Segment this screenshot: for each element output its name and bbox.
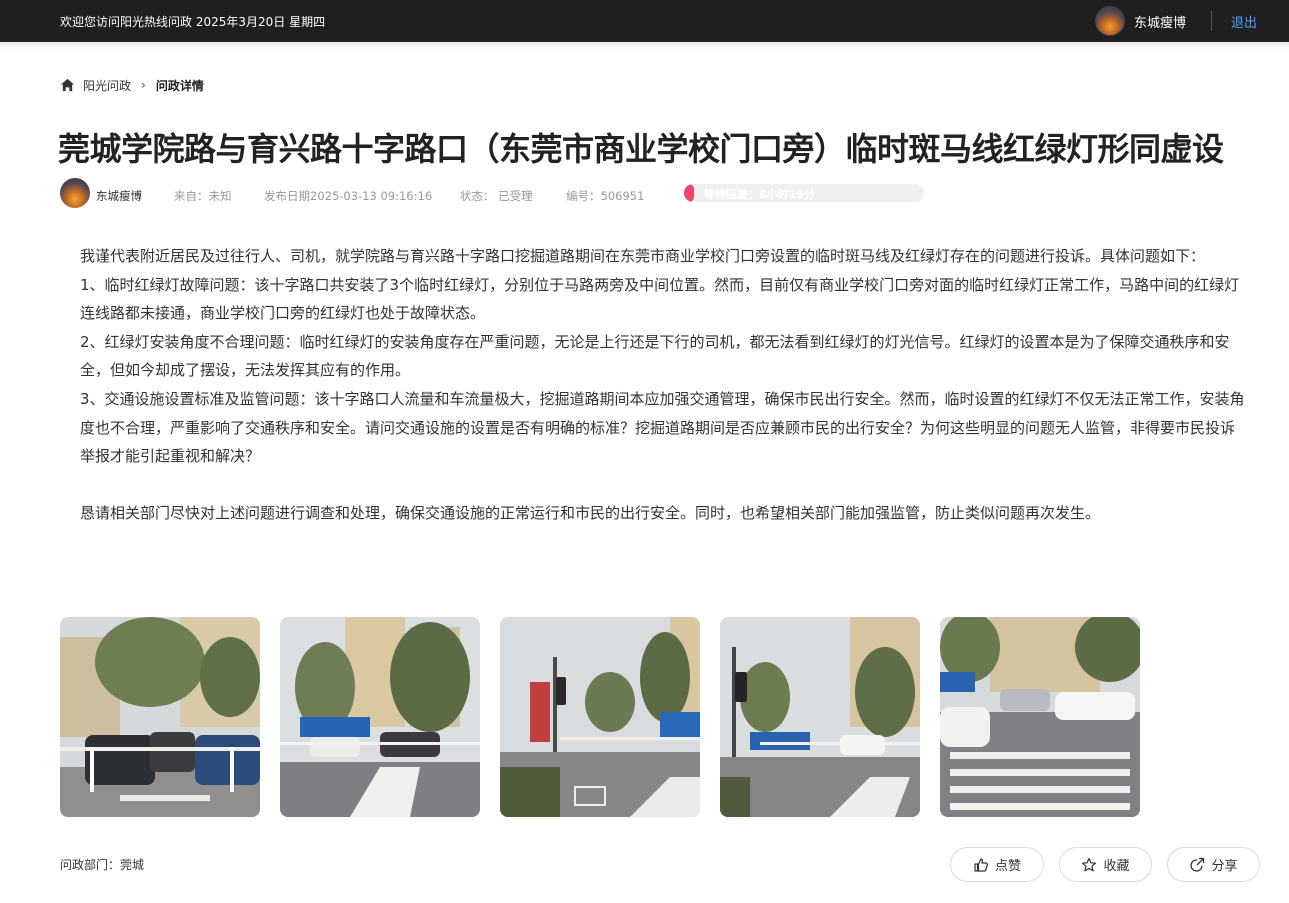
breadcrumb-home-link[interactable]: 阳光问政 [83, 77, 131, 94]
header-divider [1211, 11, 1212, 31]
like-label: 点赞 [994, 859, 1021, 874]
photo-thumbnail[interactable] [720, 617, 920, 817]
top-bar: 欢迎您访问阳光热线问政 2025年3月20日 星期四 东城瘦博 退出 [0, 0, 1289, 42]
article-number: 编号：506951 [566, 189, 645, 203]
wait-time-label: 等待回复：8小时19分 [704, 188, 815, 201]
thumbs-up-icon [974, 857, 988, 872]
user-avatar[interactable] [1095, 6, 1125, 36]
publish-date: 发布日期2025-03-13 09:16:16 [264, 189, 433, 203]
home-icon[interactable] [60, 78, 75, 92]
favorite-label: 收藏 [1103, 859, 1130, 874]
photo-gallery [60, 617, 1140, 817]
wait-progress-fill [684, 184, 694, 202]
department-label: 问政部门：莞城 [60, 858, 145, 872]
user-name[interactable]: 东城瘦博 [1134, 12, 1186, 31]
photo-thumbnail[interactable] [500, 617, 700, 817]
article-content: 我谨代表附近居民及过往行人、司机，就学院路与育兴路十字路口挖掘道路期间在东莞市商… [80, 242, 1245, 528]
welcome-text: 欢迎您访问阳光热线问政 2025年3月20日 星期四 [60, 15, 326, 29]
star-icon [1082, 857, 1097, 871]
header-shadow [0, 42, 1289, 50]
article-meta: 东城瘦博 来自：未知 发布日期2025-03-13 09:16:16 状态： 已… [60, 178, 940, 208]
content-paragraph: 我谨代表附近居民及过往行人、司机，就学院路与育兴路十字路口挖掘道路期间在东莞市商… [80, 247, 1206, 265]
status-text: 状态： 已受理 [460, 189, 533, 203]
photo-thumbnail[interactable] [940, 617, 1140, 817]
author-avatar[interactable] [60, 178, 90, 208]
like-button[interactable]: 点赞 [950, 847, 1044, 882]
author-name[interactable]: 东城瘦博 [96, 188, 142, 204]
share-label: 分享 [1211, 859, 1238, 874]
share-button[interactable]: 分享 [1167, 847, 1260, 882]
share-icon [1190, 857, 1205, 872]
logout-link[interactable]: 退出 [1231, 12, 1257, 31]
favorite-button[interactable]: 收藏 [1059, 847, 1152, 882]
source-text: 来自：未知 [174, 189, 232, 203]
photo-thumbnail[interactable] [60, 617, 260, 817]
content-paragraph: 2、红绿灯安装角度不合理问题：临时红绿灯的安装角度存在严重问题，无论是上行还是下… [80, 332, 1230, 380]
page-title: 莞城学院路与育兴路十字路口（东莞市商业学校门口旁）临时斑马线红绿灯形同虚设 [58, 130, 1224, 168]
content-paragraph: 恳请相关部门尽快对上述问题进行调查和处理，确保交通设施的正常运行和市民的出行安全… [80, 504, 1101, 523]
wait-progress-bar: 等待回复：8小时19分 [684, 184, 924, 202]
breadcrumb-current: 问政详情 [155, 78, 204, 93]
content-paragraph: 1、临时红绿灯故障问题：该十字路口共安装了3个临时红绿灯，分别位于马路两旁及中间… [80, 275, 1240, 323]
chevron-right-icon: › [141, 78, 146, 92]
content-paragraph: 3、交通设施设置标准及监管问题：该十字路口人流量和车流量极大，挖掘道路期间本应加… [80, 389, 1245, 466]
breadcrumb: 阳光问政 › 问政详情 [60, 76, 204, 94]
photo-thumbnail[interactable] [280, 617, 480, 817]
